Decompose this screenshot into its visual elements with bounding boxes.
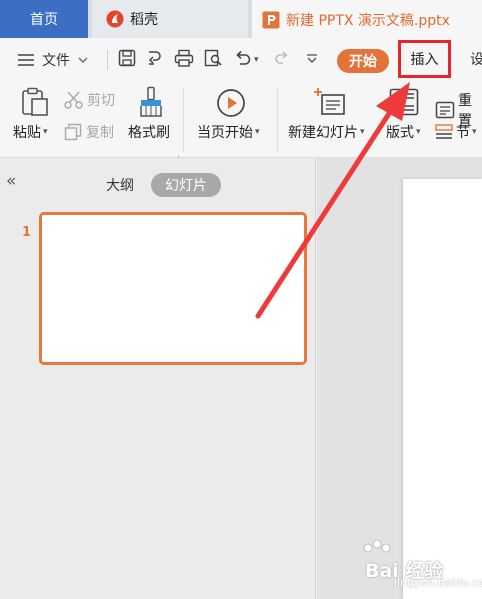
copy-label: 复制 <box>86 125 114 141</box>
slide-canvas-area[interactable] <box>317 158 482 599</box>
export-icon <box>146 49 164 71</box>
format-painter-label: 格式刷 <box>128 125 170 141</box>
tab-outline[interactable]: 大纲 <box>106 175 134 195</box>
tab-daoke[interactable]: 稻壳 <box>92 0 248 38</box>
format-painter-icon <box>138 86 164 118</box>
export-button[interactable] <box>146 38 164 82</box>
copy-icon <box>64 123 82 141</box>
play-from-current-label: 当页开始 <box>197 125 253 141</box>
new-slide-dropdown-icon: ▾ <box>360 127 365 137</box>
section-label: 节 <box>456 125 470 141</box>
tab-insert-label: 插入 <box>410 52 439 68</box>
paste-button[interactable]: 粘贴 ▾ <box>13 122 48 142</box>
play-from-current-button[interactable]: 当页开始 ▾ <box>197 122 260 142</box>
layout-icon <box>389 88 419 116</box>
play-icon <box>216 88 246 118</box>
new-slide-button[interactable]: 新建幻灯片 ▾ <box>288 122 365 142</box>
new-slide-label: 新建幻灯片 <box>288 125 358 141</box>
collapse-pane-icon[interactable]: « <box>6 171 16 191</box>
divider <box>277 88 278 152</box>
cut-label: 剪切 <box>87 93 115 109</box>
cut-button[interactable]: 剪切 <box>64 90 115 110</box>
redo-icon <box>274 50 290 70</box>
file-menu[interactable]: 文件 <box>18 38 88 82</box>
print-preview-icon <box>204 49 223 71</box>
slide-thumbnail[interactable] <box>39 212 307 365</box>
ribbon: 粘贴 ▾ 剪切 复制 格式刷 当页开始 ▾ 新建幻灯片 ▾ 版式 ▾ 重置 节 … <box>0 82 482 162</box>
tab-document[interactable]: 新建 PPTX 演示文稿.pptx <box>252 0 482 38</box>
tab-home[interactable]: 首页 <box>0 0 88 38</box>
file-menu-label: 文件 <box>42 53 70 69</box>
print-preview-button[interactable] <box>204 38 223 82</box>
slide-canvas[interactable] <box>403 179 482 599</box>
section-dropdown-icon: ▾ <box>472 127 477 137</box>
undo-dropdown-icon[interactable]: ▾ <box>254 55 259 65</box>
tab-slides[interactable]: 幻灯片 <box>151 173 221 197</box>
dropdown-arrow-icon <box>306 52 318 68</box>
layout-dropdown-icon: ▾ <box>416 127 421 137</box>
copy-button[interactable]: 复制 <box>64 122 114 142</box>
daoke-logo-icon <box>106 10 124 28</box>
tab-settings-partial[interactable]: 设 <box>470 49 482 69</box>
format-painter-button[interactable]: 格式刷 <box>128 122 170 142</box>
tab-bar: 首页 稻壳 新建 PPTX 演示文稿.pptx <box>0 0 482 38</box>
divider <box>183 88 184 152</box>
layout-button[interactable]: 版式 ▾ <box>386 122 421 142</box>
slide-navigation-pane: « 大纲 幻灯片 1 <box>0 158 316 599</box>
section-button[interactable]: 节 ▾ <box>435 122 477 142</box>
print-icon <box>174 49 194 71</box>
tab-outline-label: 大纲 <box>106 178 134 194</box>
tab-settings-label: 设 <box>470 52 482 68</box>
tab-daoke-label: 稻壳 <box>130 12 158 28</box>
save-icon <box>118 49 136 71</box>
tab-home-label: 首页 <box>30 12 58 28</box>
undo-icon <box>234 50 252 70</box>
paste-icon <box>20 87 50 117</box>
divider <box>107 50 108 70</box>
customize-quick-access-button[interactable] <box>306 38 318 82</box>
redo-button[interactable] <box>274 38 290 82</box>
reset-icon <box>435 101 455 119</box>
watermark-url: jingyan.baidu.com <box>394 576 482 589</box>
tab-start-label: 开始 <box>349 54 377 70</box>
undo-button[interactable]: ▾ <box>234 38 259 82</box>
section-icon <box>435 124 453 140</box>
pptx-file-icon <box>262 11 280 29</box>
play-dropdown-icon: ▾ <box>255 127 260 137</box>
paste-label: 粘贴 <box>13 125 41 141</box>
save-button[interactable] <box>118 38 136 82</box>
tab-document-label: 新建 PPTX 演示文稿.pptx <box>286 13 450 29</box>
chevron-down-icon <box>78 57 88 63</box>
new-slide-icon <box>314 87 346 117</box>
hamburger-icon <box>18 54 34 66</box>
paste-dropdown-icon: ▾ <box>43 127 48 137</box>
layout-label: 版式 <box>386 125 414 141</box>
tab-insert[interactable]: 插入 <box>398 40 451 78</box>
print-button[interactable] <box>174 38 194 82</box>
tab-start[interactable]: 开始 <box>337 49 389 73</box>
scissors-icon <box>64 91 83 109</box>
tab-slides-label: 幻灯片 <box>165 178 207 194</box>
slide-number: 1 <box>22 225 32 240</box>
